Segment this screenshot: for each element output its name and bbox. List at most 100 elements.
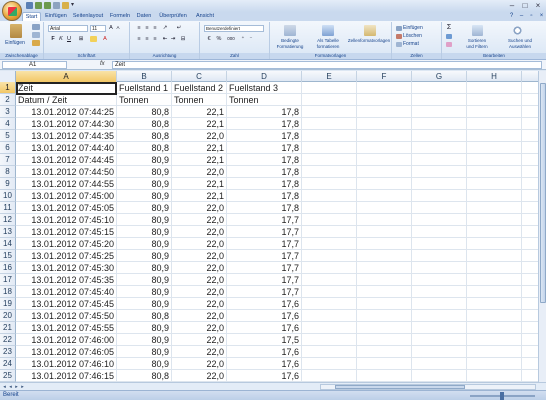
font-size-select[interactable]: 11 [90, 25, 106, 32]
cell-e24[interactable] [302, 358, 357, 370]
cell-g13[interactable] [412, 226, 467, 238]
cell-e22[interactable] [302, 334, 357, 346]
tab-einfuegen[interactable]: Einfügen [44, 12, 68, 21]
cell-b1[interactable]: Fuellstand 1 [117, 82, 172, 94]
row-header[interactable]: 22 [0, 334, 16, 346]
cell-a7[interactable]: 13.01.2012 07:44:45 [16, 154, 117, 166]
cell-d16[interactable]: 17,7 [227, 262, 302, 274]
cell-e6[interactable] [302, 142, 357, 154]
fill-color-icon[interactable] [90, 36, 97, 42]
cell-d20[interactable]: 17,6 [227, 310, 302, 322]
cell-f7[interactable] [357, 154, 412, 166]
cell-g9[interactable] [412, 178, 467, 190]
cell-b7[interactable]: 80,9 [117, 154, 172, 166]
cell-g4[interactable] [412, 118, 467, 130]
cell-a12[interactable]: 13.01.2012 07:45:10 [16, 214, 117, 226]
cell-f16[interactable] [357, 262, 412, 274]
cell-f5[interactable] [357, 130, 412, 142]
percent-button[interactable]: % [216, 36, 222, 42]
cell-e25[interactable] [302, 370, 357, 382]
column-header-h[interactable]: H [467, 71, 522, 82]
cell-c9[interactable]: 22,1 [172, 178, 227, 190]
cell-h6[interactable] [467, 142, 522, 154]
cell-b18[interactable]: 80,9 [117, 286, 172, 298]
cell-b24[interactable]: 80,9 [117, 358, 172, 370]
find-select-button[interactable]: Suchen und Auswählen [498, 38, 542, 50]
cell-h24[interactable] [467, 358, 522, 370]
copy-icon[interactable] [32, 32, 40, 38]
paste-button[interactable]: Einfügen [0, 40, 30, 46]
cell-d18[interactable]: 17,7 [227, 286, 302, 298]
cell-e2[interactable] [302, 94, 357, 106]
sort-filter-button[interactable]: Sortieren und Filtern [456, 38, 498, 50]
cell-e7[interactable] [302, 154, 357, 166]
quick-access-dropdown-icon[interactable]: ▾ [71, 2, 78, 9]
zoom-slider[interactable] [470, 392, 535, 400]
font-name-select[interactable]: Arial [48, 25, 88, 32]
row-header[interactable]: 21 [0, 322, 16, 334]
border-icon[interactable]: ⊞ [78, 36, 84, 42]
cell-e21[interactable] [302, 322, 357, 334]
row-header[interactable]: 23 [0, 346, 16, 358]
cell-a22[interactable]: 13.01.2012 07:46:00 [16, 334, 117, 346]
align-center-icon[interactable]: ≡ [144, 36, 150, 42]
indent-decrease-icon[interactable]: ⇤ [162, 36, 168, 42]
cell-a20[interactable]: 13.01.2012 07:45:50 [16, 310, 117, 322]
cell-c7[interactable]: 22,1 [172, 154, 227, 166]
cell-d5[interactable]: 17,8 [227, 130, 302, 142]
row-header[interactable]: 25 [0, 370, 16, 382]
cell-h2[interactable] [467, 94, 522, 106]
cell-h22[interactable] [467, 334, 522, 346]
cell-d13[interactable]: 17,7 [227, 226, 302, 238]
cell-g16[interactable] [412, 262, 467, 274]
cell-f21[interactable] [357, 322, 412, 334]
cell-g15[interactable] [412, 250, 467, 262]
row-header[interactable]: 7 [0, 154, 16, 166]
cell-e15[interactable] [302, 250, 357, 262]
cell-c17[interactable]: 22,0 [172, 274, 227, 286]
cell-g7[interactable] [412, 154, 467, 166]
help-icon[interactable]: ? [508, 13, 515, 20]
cell-h9[interactable] [467, 178, 522, 190]
vertical-scroll-thumb[interactable] [540, 83, 546, 303]
cell-e11[interactable] [302, 202, 357, 214]
cell-g5[interactable] [412, 130, 467, 142]
cell-e9[interactable] [302, 178, 357, 190]
row-header[interactable]: 14 [0, 238, 16, 250]
office-button[interactable] [2, 1, 22, 21]
formula-input[interactable]: Zeit [112, 61, 542, 69]
cell-g10[interactable] [412, 190, 467, 202]
row-header[interactable]: 13 [0, 226, 16, 238]
cell-b17[interactable]: 80,9 [117, 274, 172, 286]
column-header-c[interactable]: C [172, 71, 227, 82]
cell-b3[interactable]: 80,8 [117, 106, 172, 118]
cell-f4[interactable] [357, 118, 412, 130]
align-middle-icon[interactable]: ≡ [144, 25, 150, 31]
tab-ueberpruefen[interactable]: Überprüfen [156, 12, 190, 21]
font-color-icon[interactable]: A [102, 36, 108, 42]
cell-e20[interactable] [302, 310, 357, 322]
cell-g21[interactable] [412, 322, 467, 334]
row-header[interactable]: 5 [0, 130, 16, 142]
cell-e13[interactable] [302, 226, 357, 238]
delete-cells-button[interactable]: Löschen [403, 33, 422, 39]
cell-b2[interactable]: Tonnen [117, 94, 172, 106]
format-painter-icon[interactable] [32, 40, 40, 46]
cell-a17[interactable]: 13.01.2012 07:45:35 [16, 274, 117, 286]
cell-b20[interactable]: 80,8 [117, 310, 172, 322]
cell-f19[interactable] [357, 298, 412, 310]
row-header[interactable]: 4 [0, 118, 16, 130]
cell-f3[interactable] [357, 106, 412, 118]
cell-f13[interactable] [357, 226, 412, 238]
cell-d1[interactable]: Fuellstand 3 [227, 82, 302, 94]
italic-button[interactable]: K [58, 36, 64, 42]
cell-g6[interactable] [412, 142, 467, 154]
wrap-text-icon[interactable]: ↵ [176, 25, 182, 31]
number-format-select[interactable]: Benutzerdefiniert [204, 25, 264, 32]
cell-a25[interactable]: 13.01.2012 07:46:15 [16, 370, 117, 382]
cell-a9[interactable]: 13.01.2012 07:44:55 [16, 178, 117, 190]
cell-g1[interactable] [412, 82, 467, 94]
indent-increase-icon[interactable]: ⇥ [170, 36, 176, 42]
cell-c23[interactable]: 22,0 [172, 346, 227, 358]
print-icon[interactable] [53, 2, 60, 9]
